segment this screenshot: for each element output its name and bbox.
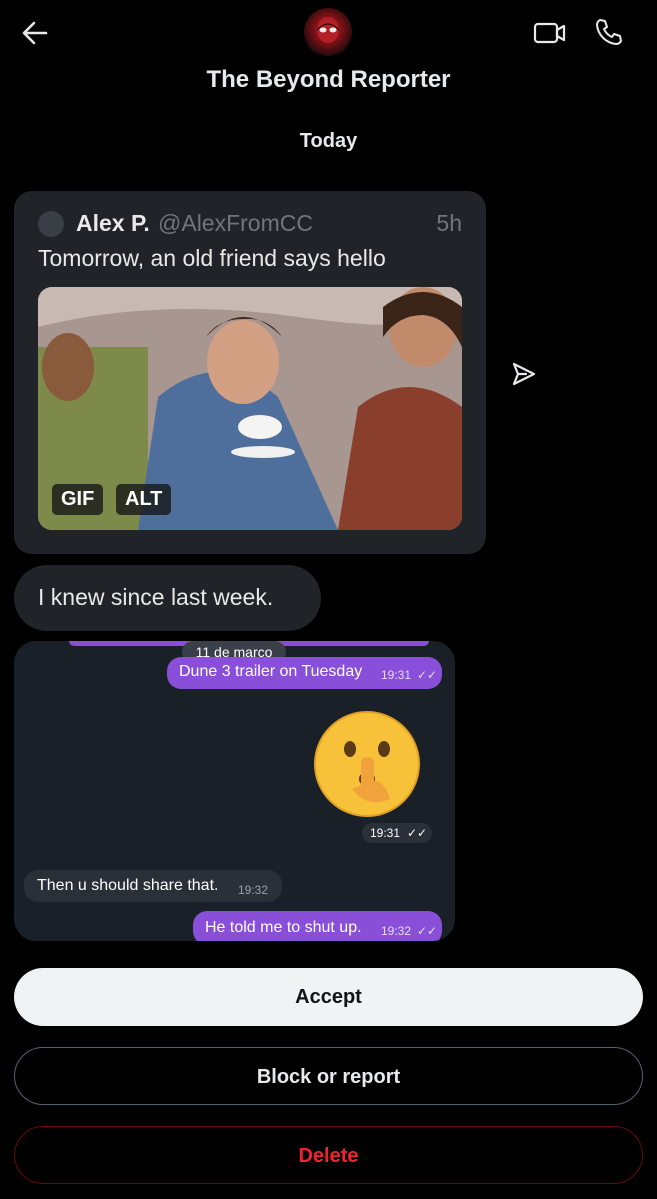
message-bubble[interactable]: I knew since last week. xyxy=(14,565,321,631)
chat-text: Dune 3 trailer on Tuesday xyxy=(179,663,363,680)
message-text: I knew since last week. xyxy=(38,584,274,610)
quote-author-handle: @AlexFromCC xyxy=(158,210,313,236)
chat-time: 19:31 xyxy=(381,668,412,682)
quote-timestamp: 5h xyxy=(436,210,462,236)
gif-badge: GIF xyxy=(52,484,104,515)
phone-icon[interactable] xyxy=(594,17,624,47)
chat-bubble-in: Then u should share that. 19:32 xyxy=(24,870,282,902)
chat-bubble-out: Dune 3 trailer on Tuesday 19:31 ✓✓ xyxy=(167,657,442,689)
quote-author-avatar xyxy=(38,211,64,237)
alt-badge[interactable]: ALT xyxy=(116,484,172,515)
avatar[interactable] xyxy=(304,8,352,56)
chat-text: He told me to shut up. xyxy=(205,919,362,936)
delete-button[interactable]: Delete xyxy=(14,1126,643,1184)
chat-text: Then u should share that. xyxy=(37,877,219,894)
accept-button[interactable]: Accept xyxy=(14,968,643,1026)
block-or-report-button[interactable]: Block or report xyxy=(14,1047,643,1105)
page-title: The Beyond Reporter xyxy=(206,66,451,93)
chat-time: 19:31 xyxy=(370,826,401,840)
gif-media[interactable]: GIF ALT xyxy=(38,287,462,530)
shush-emoji xyxy=(312,709,422,824)
quoted-post-card[interactable]: Alex P. @AlexFromCC 5h Tomorrow, an old … xyxy=(14,191,486,554)
share-arrow-icon[interactable] xyxy=(510,360,538,388)
chat-time: 19:32 xyxy=(381,924,412,938)
back-arrow-icon[interactable] xyxy=(20,18,50,48)
chat-bubble-out: He told me to shut up. 19:32 ✓✓ xyxy=(193,911,442,941)
double-check-icon: ✓✓ xyxy=(417,924,438,938)
double-check-icon: ✓✓ xyxy=(407,826,428,840)
emoji-time-chip: 19:31 ✓✓ xyxy=(362,823,432,843)
double-check-icon: ✓✓ xyxy=(417,668,438,682)
quote-text: Tomorrow, an old friend says hello xyxy=(38,245,386,271)
chat-time: 19:32 xyxy=(238,883,269,897)
chat-screenshot-image[interactable]: 11 de março Dune 3 trailer on Tuesday 19… xyxy=(14,641,455,941)
date-separator: Today xyxy=(299,130,358,152)
video-camera-icon[interactable] xyxy=(533,18,567,48)
quote-author-name: Alex P. xyxy=(76,210,150,236)
